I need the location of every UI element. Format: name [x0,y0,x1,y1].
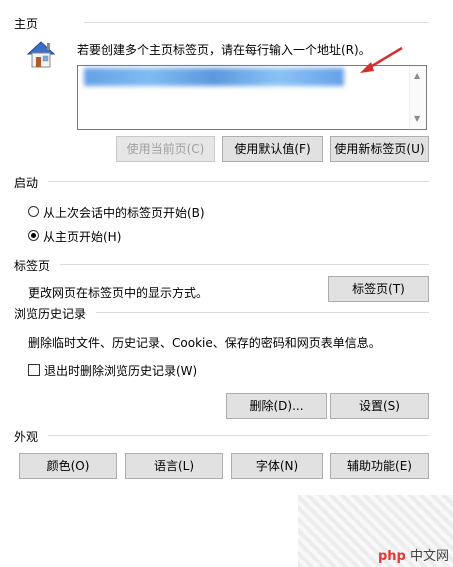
startup-last-session-radio[interactable] [28,206,39,217]
annotation-arrow-icon [345,45,405,75]
house-icon [24,37,58,71]
watermark-site: 中文网 [410,549,450,564]
languages-button[interactable]: 语言(L) [125,453,223,479]
tabs-button[interactable]: 标签页(T) [328,276,429,302]
history-description: 删除临时文件、历史记录、Cookie、保存的密码和网页表单信息。 [28,336,381,350]
use-current-page-button[interactable]: 使用当前页(C) [116,136,215,162]
history-divider [96,312,429,313]
startup-homepage-label[interactable]: 从主页开始(H) [43,228,121,245]
use-default-button[interactable]: 使用默认值(F) [222,136,323,162]
tabs-divider [60,264,429,265]
accessibility-button[interactable]: 辅助功能(E) [330,453,429,479]
history-settings-button[interactable]: 设置(S) [330,393,429,419]
tabs-section-title: 标签页 [14,259,51,273]
scroll-down-icon[interactable]: ▼ [414,115,420,123]
startup-homepage-radio[interactable] [28,230,39,241]
homepage-divider [84,22,429,23]
colors-button[interactable]: 颜色(O) [19,453,117,479]
textarea-scrollbar[interactable]: ▲ ▼ [409,66,426,129]
watermark-logo: php 中文网 [378,545,449,564]
startup-divider [48,181,429,182]
tabs-description: 更改网页在标签页中的显示方式。 [28,286,209,300]
delete-history-on-exit-label[interactable]: 退出时删除浏览历史记录(W) [44,362,197,379]
delete-history-on-exit-checkbox[interactable] [28,364,40,376]
homepage-section-title: 主页 [14,17,39,31]
watermark-brand: php [378,549,406,564]
history-section-title: 浏览历史记录 [14,307,87,321]
scroll-up-icon[interactable]: ▲ [414,72,420,80]
use-new-tab-button[interactable]: 使用新标签页(U) [330,136,429,162]
homepage-description: 若要创建多个主页标签页，请在每行输入一个地址(R)。 [77,43,371,57]
delete-history-button[interactable]: 删除(D)... [226,393,327,419]
startup-last-session-label[interactable]: 从上次会话中的标签页开始(B) [43,204,205,221]
appearance-divider [48,435,429,436]
fonts-button[interactable]: 字体(N) [231,453,323,479]
blurred-url [84,68,344,86]
appearance-section-title: 外观 [14,430,39,444]
startup-section-title: 启动 [14,176,39,190]
